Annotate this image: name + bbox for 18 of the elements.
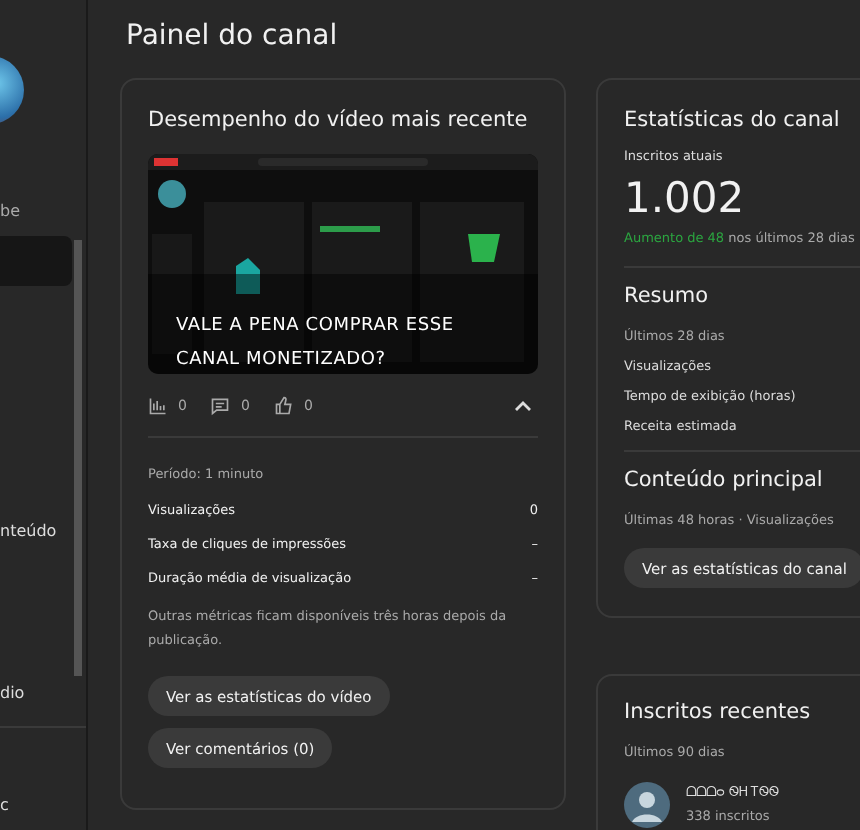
sidebar-item[interactable] (0, 235, 72, 287)
sidebar-item[interactable]: c (0, 779, 72, 830)
sidebar-item[interactable]: be (0, 184, 72, 236)
scrollbar[interactable] (74, 240, 82, 676)
collapse-icon[interactable] (514, 400, 532, 412)
subscriber-count: 1.002 (624, 174, 747, 222)
sidebar-item[interactable]: dio (0, 666, 72, 718)
card-title: Estatísticas do canal (624, 108, 842, 132)
bar-chart-icon (148, 396, 168, 416)
sidebar-item[interactable]: nteúdo (0, 506, 72, 557)
page-title: Painel do canal (126, 20, 340, 52)
avatar (624, 781, 670, 827)
section-title: Conteúdo principal (624, 468, 825, 492)
thumbs-up-icon (273, 396, 294, 416)
section-title: Resumo (624, 284, 711, 308)
card-title: Inscritos recentes (624, 700, 813, 724)
card-title: Desempenho do vídeo mais recente (148, 108, 530, 132)
comment-icon (210, 396, 231, 416)
